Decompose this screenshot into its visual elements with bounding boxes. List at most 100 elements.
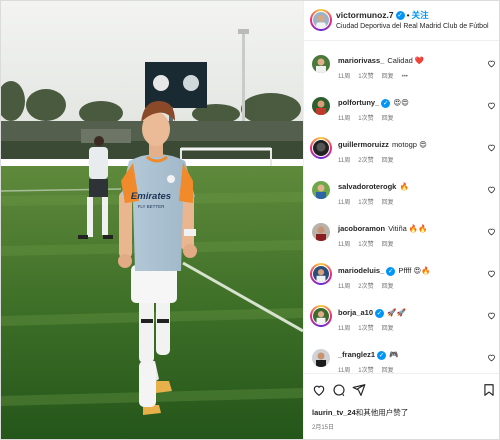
comment-time: 11周 [338, 158, 351, 164]
comment-more-button[interactable]: ••• [402, 74, 408, 80]
comment-line: guillermoruizz motogp 😍 [338, 140, 427, 149]
like-heart-icon[interactable] [487, 59, 496, 68]
like-heart-icon[interactable] [487, 185, 496, 194]
comment-time: 11周 [338, 116, 351, 122]
comment-like-count[interactable]: 2次赞 [358, 158, 373, 164]
comment-meta: 11周 2次赞 回复 [338, 281, 402, 290]
comment-item: jacoboramon Vitiña 🔥🔥 11周 1次赞 回复 [304, 221, 499, 261]
like-heart-icon[interactable] [487, 353, 496, 362]
comment-time: 11周 [338, 242, 351, 248]
comment-emoji: 🚀🚀 [387, 308, 406, 317]
post-date: 2月15日 [312, 425, 335, 431]
comment-line: mariodeluis_ ✓ Pffff 😍🔥 [338, 266, 431, 276]
like-heart-icon[interactable] [312, 383, 326, 397]
comment-time: 11周 [338, 200, 351, 206]
commenter-avatar[interactable] [312, 97, 330, 115]
comment-emoji: 😍 [419, 140, 427, 149]
comment-emoji: 🔥🔥 [408, 224, 428, 233]
comment-line: _franglez1 ✓ 🎮 [338, 350, 399, 360]
like-heart-icon[interactable] [487, 227, 496, 236]
comment-reply-button[interactable]: 回复 [382, 326, 394, 332]
follow-button[interactable]: 关注 [412, 10, 429, 20]
author-username[interactable]: victormunoz.7 [336, 10, 394, 20]
author-avatar[interactable] [310, 9, 332, 31]
comment-emoji: 😍🔥 [413, 266, 431, 275]
commenter-avatar[interactable] [310, 137, 332, 159]
like-heart-icon[interactable] [487, 269, 496, 278]
comment-emoji: ❤️ [414, 56, 425, 65]
save-bookmark-icon[interactable] [482, 383, 496, 397]
verified-badge-icon: ✓ [377, 350, 387, 360]
comment-reply-button[interactable]: 回复 [382, 200, 394, 206]
share-paper-plane-icon[interactable] [352, 383, 366, 397]
comment-like-count[interactable]: 1次赞 [358, 116, 373, 122]
commenter-avatar[interactable] [310, 305, 332, 327]
comment-username[interactable]: borja_a10 [338, 308, 373, 317]
comment-time: 11周 [338, 326, 351, 332]
comment-text: Calidad [387, 56, 413, 65]
comment-username[interactable]: guillermoruizz [338, 140, 389, 149]
comment-item: salvadoroterogk 🔥 11周 1次赞 回复 [304, 179, 499, 219]
post-location[interactable]: Ciudad Deportiva del Real Madrid Club de… [336, 23, 489, 30]
author-line: victormunoz.7 ✓ • 关注 [336, 9, 429, 21]
comment-line: mariorivass_ Calidad ❤️ [338, 56, 424, 65]
comment-like-count[interactable]: 1次赞 [358, 242, 373, 248]
comment-time: 11周 [338, 74, 351, 80]
comment-time: 11周 [338, 284, 351, 290]
comment-reply-button[interactable]: 回复 [382, 74, 394, 80]
like-heart-icon[interactable] [487, 143, 496, 152]
comment-like-count[interactable]: 1次赞 [358, 200, 373, 206]
comment-emoji: 🔥 [399, 182, 409, 191]
commenter-avatar[interactable] [312, 55, 330, 73]
verified-badge-icon: ✓ [375, 308, 385, 318]
verified-badge-icon: ✓ [395, 11, 405, 21]
comment-meta: 11周 1次赞 回复 [338, 323, 402, 332]
comment-reply-button[interactable]: 回复 [382, 158, 394, 164]
comment-like-count[interactable]: 1次赞 [358, 326, 373, 332]
comment-like-count[interactable]: 2次赞 [358, 284, 373, 290]
comment-meta: 11周 1次赞 回复 [338, 197, 402, 206]
comment-username[interactable]: polfortuny_ [338, 98, 379, 107]
comment-line: salvadoroterogk 🔥 [338, 182, 409, 191]
verified-badge-icon: ✓ [386, 266, 396, 276]
comment-bubble-icon[interactable] [332, 383, 346, 397]
liked-by-summary[interactable]: laurin_tv_24和其他用户赞了 [312, 407, 408, 418]
comment-emoji: 🎮 [389, 350, 399, 359]
comment-username[interactable]: salvadoroterogk [338, 182, 396, 191]
commenter-avatar[interactable] [312, 349, 330, 367]
separator-dot: • [406, 10, 410, 20]
comment-like-count[interactable]: 1次赞 [358, 74, 373, 80]
comment-username[interactable]: jacoboramon [338, 224, 385, 233]
post-action-bar [304, 373, 499, 403]
comment-reply-button[interactable]: 回复 [382, 116, 394, 122]
comment-meta: 11周 2次赞 回复 [338, 155, 402, 164]
comment-username[interactable]: _franglez1 [338, 350, 375, 359]
instagram-post-dialog: Emirates FLY BETTER victormunoz.7 ✓ • 关注 Ci… [0, 0, 500, 440]
comment-meta: 11周 1次赞 回复 ••• [338, 71, 416, 80]
shirt-sponsor: Emirates [131, 191, 171, 202]
shirt-sponsor-sub: FLY BETTER [138, 204, 166, 209]
comment-username[interactable]: mariodeluis_ [338, 266, 384, 275]
commenter-avatar[interactable] [312, 181, 330, 199]
comments-panel: victormunoz.7 ✓ • 关注 Ciudad Deportiva del R… [303, 1, 499, 439]
comment-username[interactable]: mariorivass_ [338, 56, 384, 65]
comment-item: polfortuny_ ✓ 😍😍 11周 1次赞 回复 [304, 95, 499, 135]
commenter-avatar[interactable] [310, 263, 332, 285]
verified-badge-icon: ✓ [381, 98, 391, 108]
liked-by-username[interactable]: laurin_tv_24 [312, 408, 356, 417]
liked-by-text: 和其他用户赞了 [355, 408, 409, 417]
comment-meta: 11周 1次赞 回复 [338, 113, 402, 122]
like-heart-icon[interactable] [487, 101, 496, 110]
comment-line: jacoboramon Vitiña 🔥🔥 [338, 224, 428, 233]
like-heart-icon[interactable] [487, 311, 496, 320]
comment-item: mariodeluis_ ✓ Pffff 😍🔥 11周 2次赞 回复 [304, 263, 499, 303]
commenter-avatar[interactable] [312, 223, 330, 241]
comment-reply-button[interactable]: 回复 [382, 284, 394, 290]
comment-emoji: 😍😍 [393, 98, 409, 107]
post-header: victormunoz.7 ✓ • 关注 Ciudad Deportiva del R… [304, 1, 499, 41]
post-photo[interactable]: Emirates FLY BETTER [1, 1, 303, 439]
comment-reply-button[interactable]: 回复 [382, 242, 394, 248]
comment-text: motogp [391, 140, 417, 149]
comment-item: guillermoruizz motogp 😍 11周 2次赞 回复 [304, 137, 499, 177]
comment-meta: 11周 1次赞 回复 [338, 239, 402, 248]
